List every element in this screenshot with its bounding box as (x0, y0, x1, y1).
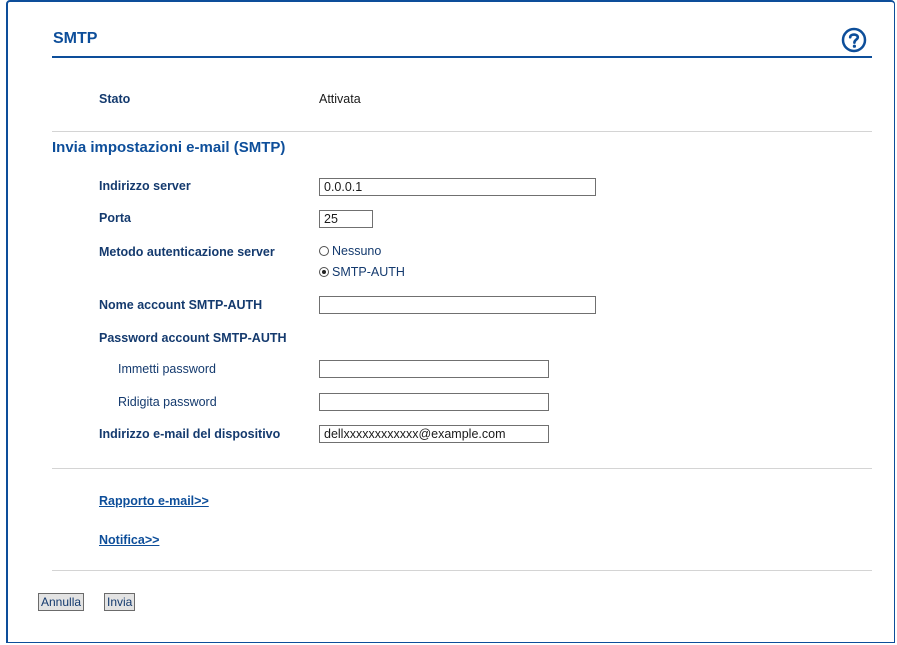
email-report-link[interactable]: Rapporto e-mail>> (99, 494, 209, 508)
auth-option-none-label: Nessuno (332, 244, 382, 258)
help-icon[interactable] (841, 27, 867, 53)
links-divider (52, 468, 872, 469)
page-title: SMTP (53, 30, 98, 47)
retype-password-label: Ridigita password (118, 395, 217, 409)
server-address-input[interactable] (319, 178, 596, 196)
auth-method-label: Metodo autenticazione server (99, 245, 275, 259)
account-name-label: Nome account SMTP-AUTH (99, 298, 263, 312)
status-value: Attivata (319, 92, 361, 106)
auth-option-smtp-auth-label: SMTP-AUTH (332, 265, 405, 279)
title-divider (52, 56, 872, 58)
section-heading: Invia impostazioni e-mail (SMTP) (52, 139, 286, 156)
radio-none[interactable] (319, 246, 329, 256)
retype-password-input[interactable] (319, 393, 549, 411)
auth-option-smtp-auth[interactable]: SMTP-AUTH (319, 265, 405, 279)
enter-password-input[interactable] (319, 360, 549, 378)
buttons-divider (52, 570, 872, 571)
submit-button[interactable]: Invia (104, 593, 136, 611)
account-name-input[interactable] (319, 296, 596, 314)
cancel-button[interactable]: Annulla (38, 593, 85, 611)
device-email-input[interactable] (319, 425, 549, 443)
auth-option-none[interactable]: Nessuno (319, 244, 381, 258)
port-input[interactable] (319, 210, 373, 228)
notification-link[interactable]: Notifica>> (99, 533, 159, 547)
account-password-label: Password account SMTP-AUTH (99, 331, 287, 345)
status-label: Stato (99, 92, 131, 106)
enter-password-label: Immetti password (118, 362, 216, 376)
section-divider (52, 131, 872, 132)
radio-smtp-auth[interactable] (319, 267, 329, 277)
server-address-label: Indirizzo server (99, 179, 191, 193)
port-label: Porta (99, 211, 131, 225)
device-email-label: Indirizzo e-mail del dispositivo (99, 427, 281, 441)
